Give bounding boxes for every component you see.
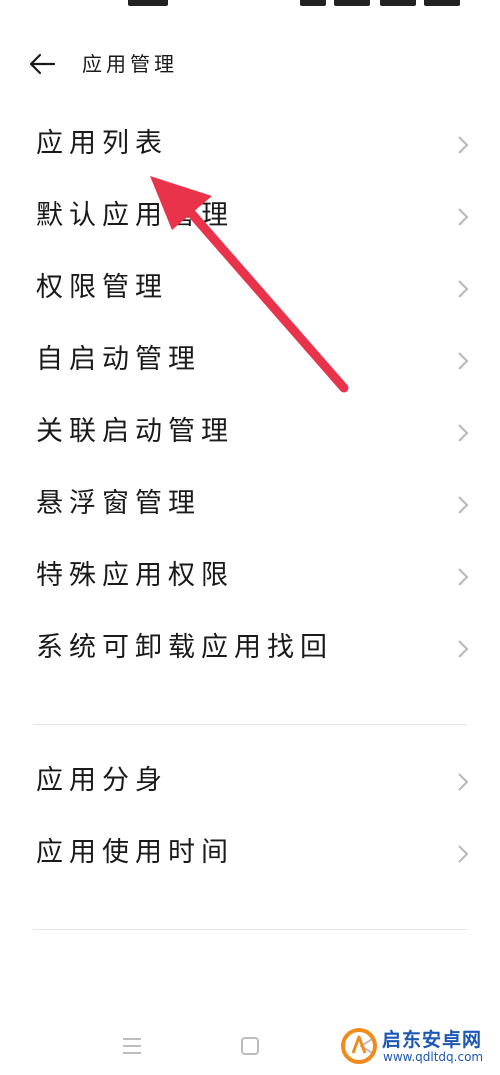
- wifi-icon: [334, 0, 370, 6]
- menu-item-autostart[interactable]: 自启动管理: [0, 324, 500, 396]
- chevron-right-icon: [458, 280, 469, 298]
- menu-item-associated-launch[interactable]: 关联启动管理: [0, 396, 500, 468]
- home-square-icon: [241, 1037, 259, 1055]
- chevron-right-icon: [458, 496, 469, 514]
- menu-item-app-clone[interactable]: 应用分身: [0, 745, 500, 817]
- menu-item-label: 关联启动管理: [36, 416, 234, 447]
- menu-item-app-list[interactable]: 应用列表: [0, 108, 500, 180]
- home-button[interactable]: [235, 1031, 265, 1061]
- menu-item-restore-system-apps[interactable]: 系统可卸载应用找回: [0, 612, 500, 684]
- page-title: 应用管理: [82, 52, 178, 76]
- menu-item-label: 应用列表: [36, 128, 168, 159]
- menu-item-special-permissions[interactable]: 特殊应用权限: [0, 540, 500, 612]
- watermark-title: 启东安卓网: [382, 1029, 483, 1051]
- menu-lines-icon: [123, 1038, 141, 1054]
- menu-item-default-apps[interactable]: 默认应用管理: [0, 180, 500, 252]
- menu-item-label: 系统可卸载应用找回: [36, 632, 333, 663]
- chevron-right-icon: [458, 845, 469, 863]
- battery-icon: [380, 0, 416, 6]
- menu-item-floating-window[interactable]: 悬浮窗管理: [0, 468, 500, 540]
- chevron-right-icon: [458, 208, 469, 226]
- menu-item-label: 应用分身: [36, 765, 168, 796]
- section-divider: [33, 929, 467, 930]
- watermark: 启东安卓网 www.qdltdq.com: [340, 1023, 492, 1069]
- chevron-right-icon: [458, 568, 469, 586]
- status-bar: [0, 0, 500, 10]
- menu-item-app-usage-time[interactable]: 应用使用时间: [0, 817, 500, 889]
- menu-item-permissions[interactable]: 权限管理: [0, 252, 500, 324]
- settings-menu: 应用列表 默认应用管理 权限管理 自启动管理 关联启动管理 悬浮窗管理 特殊应用…: [0, 108, 500, 930]
- chevron-right-icon: [458, 136, 469, 154]
- recent-apps-button[interactable]: [117, 1031, 147, 1061]
- back-arrow-icon: [29, 53, 56, 75]
- menu-item-label: 自启动管理: [36, 344, 201, 375]
- header: 应用管理: [0, 40, 500, 88]
- back-button[interactable]: [26, 50, 60, 78]
- menu-item-label: 应用使用时间: [36, 837, 234, 868]
- menu-item-label: 悬浮窗管理: [36, 488, 201, 519]
- watermark-logo: [341, 1028, 377, 1064]
- watermark-url: www.qdltdq.com: [383, 1050, 484, 1064]
- menu-item-label: 特殊应用权限: [36, 560, 234, 591]
- signal-icon: [300, 0, 326, 6]
- chevron-right-icon: [458, 424, 469, 442]
- menu-item-label: 默认应用管理: [36, 200, 234, 231]
- chevron-right-icon: [458, 640, 469, 658]
- status-icon: [424, 0, 460, 6]
- status-indicator: [128, 0, 168, 6]
- chevron-right-icon: [458, 773, 469, 791]
- chevron-right-icon: [458, 352, 469, 370]
- menu-item-label: 权限管理: [36, 272, 168, 303]
